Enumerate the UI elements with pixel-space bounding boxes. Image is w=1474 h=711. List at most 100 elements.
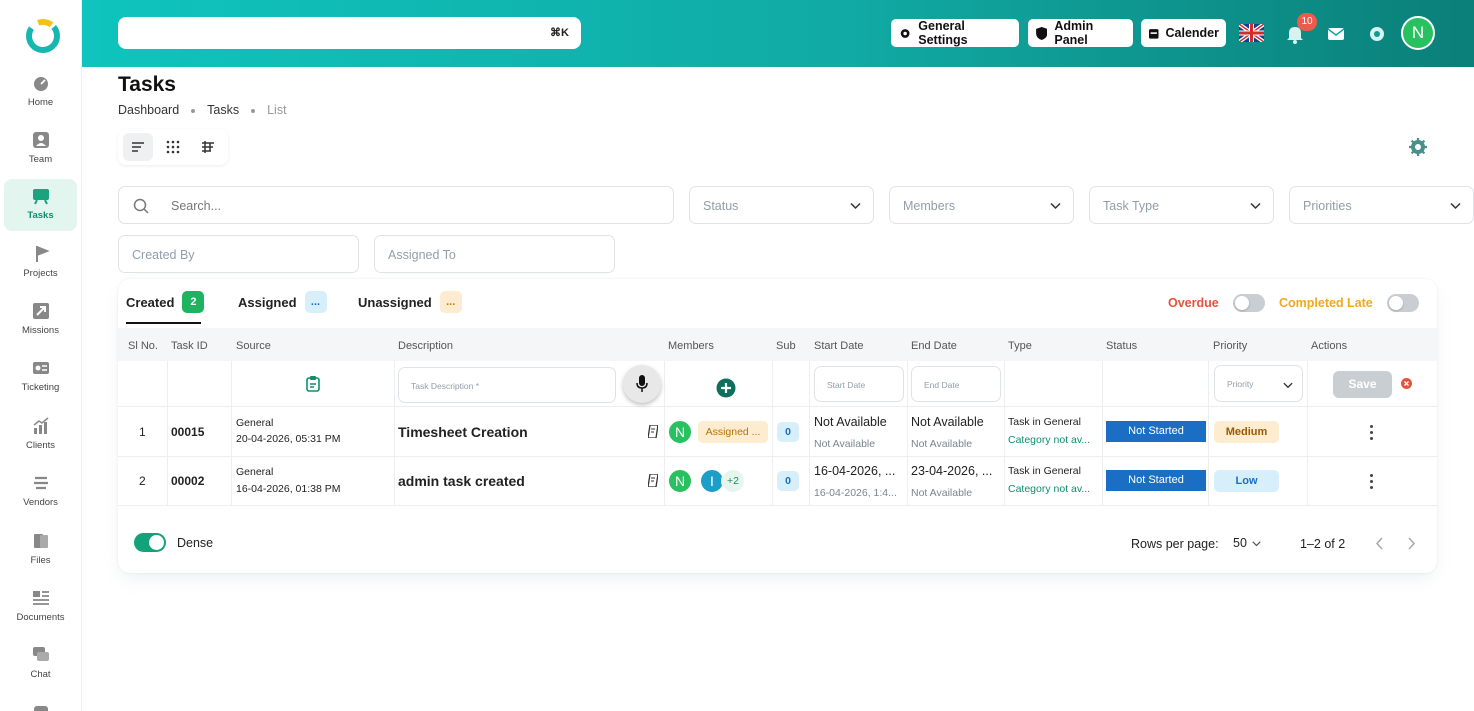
kanban-view-button[interactable] [193, 133, 223, 161]
sidebar-item-home[interactable]: Home [4, 66, 77, 118]
calender-button[interactable]: Calender [1141, 19, 1226, 47]
table-settings-gear-icon[interactable] [1408, 137, 1428, 157]
member-avatar[interactable]: N [668, 469, 692, 493]
row-type: Task in General [1008, 465, 1081, 477]
sidebar-item-missions[interactable]: Missions [4, 294, 77, 346]
ticketing-icon [32, 362, 49, 374]
settings-gear-icon[interactable] [1367, 24, 1387, 44]
task-description-input[interactable]: Task Description * [398, 367, 616, 403]
sidebar-item-projects[interactable]: Projects [4, 237, 77, 289]
priority-badge[interactable]: Low [1214, 470, 1279, 492]
uk-flag-icon[interactable] [1239, 24, 1264, 42]
row-description[interactable]: Timesheet Creation [398, 424, 528, 440]
row-type-category[interactable]: Category not av... [1008, 483, 1090, 495]
subtask-count-badge[interactable]: 0 [777, 471, 799, 491]
completed-late-switch[interactable] [1387, 294, 1419, 312]
chevron-left-icon[interactable] [1375, 537, 1384, 550]
row-actions-menu-icon[interactable] [1370, 425, 1374, 443]
assigned-to-input[interactable]: Assigned To [374, 235, 615, 273]
mail-icon[interactable] [1326, 24, 1346, 44]
member-avatar[interactable]: N [668, 420, 692, 444]
sidebar-item-more[interactable] [4, 696, 77, 711]
breadcrumb-tasks[interactable]: Tasks [207, 103, 239, 117]
cancel-icon[interactable] [1401, 378, 1412, 389]
sidebar-item-label: Clients [25, 440, 56, 451]
tab-unassigned[interactable]: Unassigned ... [358, 291, 462, 313]
sidebar-item-files[interactable]: Files [4, 524, 77, 576]
overdue-switch[interactable] [1233, 294, 1265, 312]
sidebar-item-vendors[interactable]: Vendors [4, 466, 77, 518]
sidebar-item-documents[interactable]: Documents [4, 581, 77, 633]
general-settings-button[interactable]: General Settings [891, 19, 1019, 47]
pagination-range: 1–2 of 2 [1300, 537, 1346, 551]
kanban-view-icon [202, 141, 214, 153]
subtask-count-badge[interactable]: 0 [777, 422, 799, 442]
members-select[interactable]: Members [889, 186, 1074, 224]
tab-assigned[interactable]: Assigned ... [238, 291, 327, 313]
row-source: General [236, 417, 274, 429]
shield-icon [1036, 26, 1048, 40]
priority-select[interactable]: Priority [1214, 365, 1303, 402]
list-view-icon [132, 142, 144, 152]
tab-created[interactable]: Created 2 [126, 291, 205, 313]
priority-badge[interactable]: Medium [1214, 421, 1279, 443]
created-by-input[interactable]: Created By [118, 235, 359, 273]
col-sub: Sub [776, 340, 796, 352]
col-end-date[interactable]: End Date [911, 340, 957, 352]
app-logo[interactable] [24, 17, 62, 55]
status-button[interactable]: Not Started [1106, 421, 1206, 442]
sidebar-item-ticketing[interactable]: Ticketing [4, 351, 77, 403]
status-select[interactable]: Status [689, 186, 874, 224]
col-status[interactable]: Status [1106, 340, 1137, 352]
row-task-id[interactable]: 00015 [171, 425, 204, 439]
col-start-date[interactable]: Start Date [814, 340, 864, 352]
sidebar-item-tasks[interactable]: Tasks [4, 179, 77, 231]
row-end-date: Not Available [911, 415, 984, 429]
end-date-input[interactable]: End Date [911, 366, 1001, 402]
row-type-category[interactable]: Category not av... [1008, 434, 1090, 446]
sidebar-item-team[interactable]: Team [4, 123, 77, 175]
sidebar-item-label: Missions [22, 325, 59, 336]
assigned-to-label: Assigned To [388, 248, 456, 262]
clipboard-icon[interactable] [305, 375, 321, 392]
document-icon[interactable] [648, 425, 658, 438]
tab-count-badge: ... [304, 291, 327, 313]
status-button[interactable]: Not Started [1106, 470, 1206, 491]
col-description[interactable]: Description [398, 340, 453, 352]
user-avatar[interactable]: N [1401, 16, 1435, 50]
start-date-input[interactable]: Start Date [814, 366, 904, 402]
member-extra-count[interactable]: +2 [721, 469, 745, 493]
save-button[interactable]: Save [1333, 371, 1392, 398]
row-actions-menu-icon[interactable] [1370, 474, 1374, 492]
admin-panel-button[interactable]: Admin Panel [1028, 19, 1133, 47]
sidebar-item-chat[interactable]: Chat [4, 638, 77, 690]
global-search-input[interactable]: ⌘K [118, 17, 581, 49]
task-description-placeholder: Task Description * [411, 381, 480, 391]
add-member-icon[interactable] [716, 378, 736, 398]
search-input[interactable]: Search... [118, 186, 674, 224]
list-view-button[interactable] [123, 133, 153, 161]
document-icon[interactable] [648, 474, 658, 487]
col-task-id[interactable]: Task ID [171, 340, 208, 352]
breadcrumb-dashboard[interactable]: Dashboard [118, 103, 179, 117]
sidebar-item-label: Projects [23, 268, 58, 279]
grid-view-button[interactable] [158, 133, 188, 161]
sidebar-item-clients[interactable]: Clients [4, 409, 77, 461]
col-members: Members [668, 340, 714, 352]
dense-switch[interactable] [134, 533, 166, 552]
voice-input-button[interactable] [623, 365, 661, 403]
col-source[interactable]: Source [236, 340, 271, 352]
chevron-right-icon[interactable] [1407, 537, 1416, 550]
row-task-id[interactable]: 00002 [171, 474, 204, 488]
breadcrumb: Dashboard Tasks List [118, 103, 287, 117]
rows-per-page-select[interactable]: 50 [1233, 536, 1261, 550]
priorities-select[interactable]: Priorities [1289, 186, 1474, 224]
top-bar: ⌘K General Settings Admin Panel Calender… [82, 0, 1474, 67]
col-priority[interactable]: Priority [1213, 340, 1247, 352]
col-type[interactable]: Type [1008, 340, 1032, 352]
row-start-date-sub: 16-04-2026, 1:4... [814, 487, 897, 499]
task-type-select[interactable]: Task Type [1089, 186, 1274, 224]
priorities-select-label: Priorities [1303, 199, 1352, 213]
row-description[interactable]: admin task created [398, 473, 525, 489]
row-end-date: 23-04-2026, ... [911, 464, 993, 478]
